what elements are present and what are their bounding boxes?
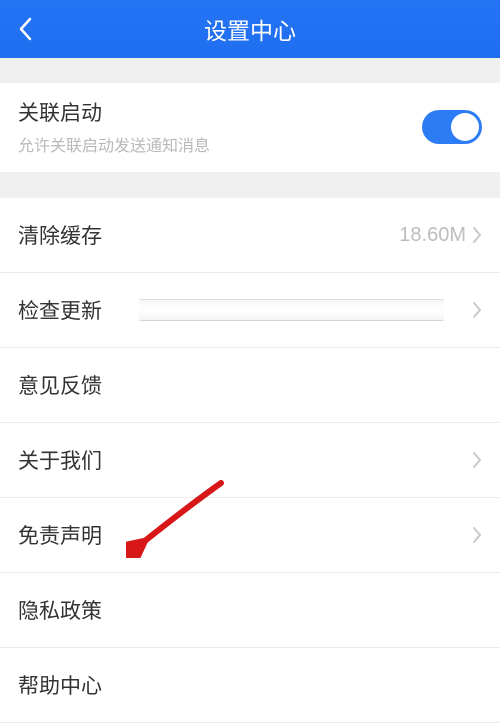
item-title: 清除缓存 bbox=[18, 220, 102, 250]
list-item-privacy-policy[interactable]: 隐私政策 bbox=[0, 573, 500, 648]
list-item-about-us[interactable]: 关于我们 bbox=[0, 423, 500, 498]
header: 设置中心 bbox=[0, 0, 500, 58]
toggle-title: 关联启动 bbox=[18, 97, 210, 127]
chevron-right-icon bbox=[472, 301, 482, 319]
list-item-feedback[interactable]: 意见反馈 bbox=[0, 348, 500, 423]
toggle-text: 关联启动 允许关联启动发送通知消息 bbox=[18, 97, 210, 156]
item-right: 18.60M bbox=[399, 224, 482, 247]
item-title: 意见反馈 bbox=[18, 370, 102, 400]
toggle-row-assoc-launch[interactable]: 关联启动 允许关联启动发送通知消息 bbox=[0, 83, 500, 172]
item-value: 18.60M bbox=[399, 224, 466, 247]
chevron-right-icon bbox=[472, 451, 482, 469]
item-title: 帮助中心 bbox=[18, 670, 102, 700]
item-title: 隐私政策 bbox=[18, 595, 102, 625]
chevron-right-icon bbox=[472, 226, 482, 244]
item-right bbox=[472, 526, 482, 544]
toggle-switch[interactable] bbox=[422, 110, 482, 144]
spacer bbox=[0, 58, 500, 83]
chevron-right-icon bbox=[472, 526, 482, 544]
spacer bbox=[0, 172, 500, 198]
item-title: 检查更新 bbox=[18, 295, 102, 325]
item-title: 免责声明 bbox=[18, 520, 102, 550]
update-placeholder bbox=[139, 299, 444, 321]
item-title: 关于我们 bbox=[18, 445, 102, 475]
toggle-knob bbox=[451, 113, 479, 141]
list-item-help-center[interactable]: 帮助中心 bbox=[0, 648, 500, 723]
item-right bbox=[472, 301, 482, 319]
list-item-clear-cache[interactable]: 清除缓存 18.60M bbox=[0, 198, 500, 273]
toggle-subtitle: 允许关联启动发送通知消息 bbox=[18, 132, 210, 156]
list-item-check-update[interactable]: 检查更新 bbox=[0, 273, 500, 348]
back-icon[interactable] bbox=[18, 17, 32, 41]
list-item-disclaimer[interactable]: 免责声明 bbox=[0, 498, 500, 573]
page-title: 设置中心 bbox=[0, 12, 500, 46]
item-right bbox=[472, 451, 482, 469]
